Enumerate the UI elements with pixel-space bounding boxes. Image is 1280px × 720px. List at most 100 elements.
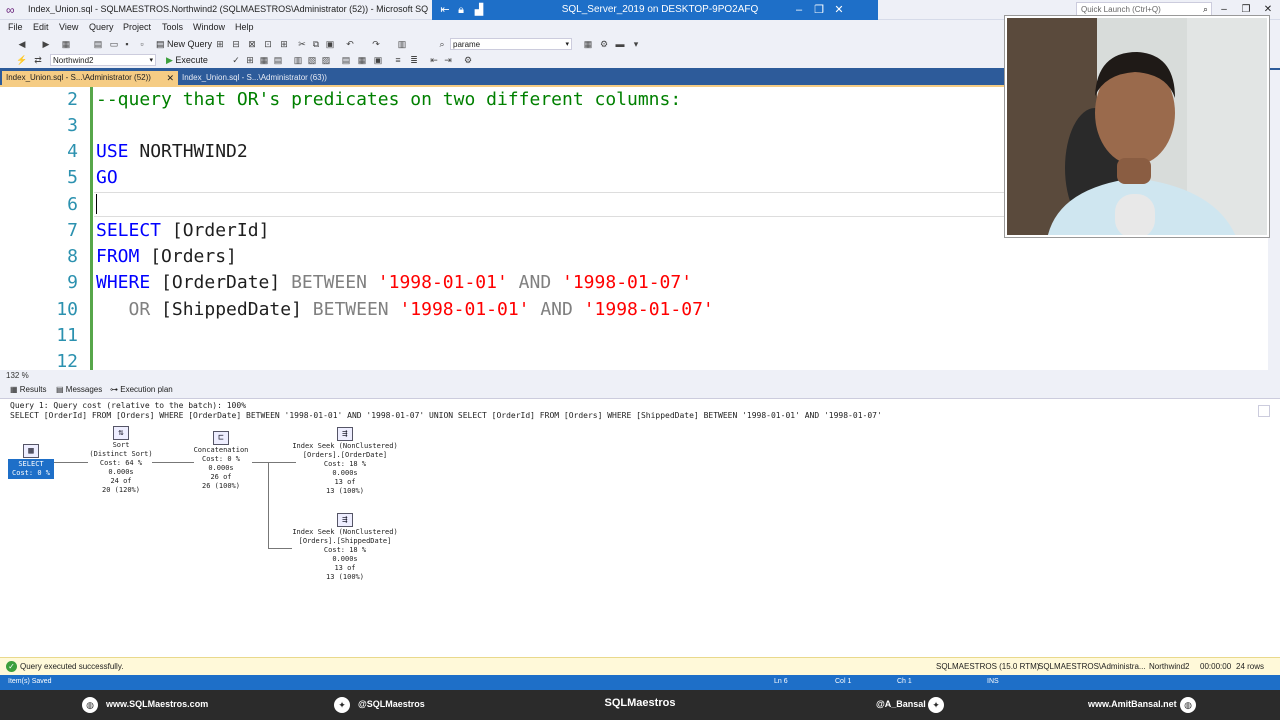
menu-help[interactable]: Help bbox=[235, 22, 254, 32]
indent-icon[interactable]: ⇥ bbox=[442, 54, 454, 66]
index-seek-icon: ⇶ bbox=[337, 427, 353, 441]
operator: BETWEEN bbox=[312, 299, 389, 320]
status-elapsed: 00:00:00 bbox=[1200, 662, 1232, 671]
uncomment-icon[interactable]: ≣ bbox=[408, 54, 420, 66]
new-query-button[interactable]: ▤ New Query bbox=[156, 37, 212, 51]
paste-icon[interactable]: ▣ bbox=[324, 38, 336, 50]
zoom-level[interactable]: 132 % bbox=[6, 371, 29, 380]
plan-node-select[interactable]: ▦ SELECT Cost: 0 % bbox=[8, 444, 54, 479]
plan-node-index-seek-shippeddate[interactable]: ⇶ Index Seek (NonClustered) [Orders].[Sh… bbox=[288, 513, 402, 582]
plan-node-index-seek-orderdate[interactable]: ⇶ Index Seek (NonClustered) [Orders].[Or… bbox=[288, 427, 402, 496]
code-line: FROM [Orders] bbox=[96, 244, 237, 270]
success-check-icon: ✓ bbox=[6, 661, 17, 672]
editor-scrollbar[interactable] bbox=[1268, 70, 1280, 370]
find-icon[interactable]: ⌕ bbox=[436, 38, 448, 50]
restore-remote-icon[interactable]: ❐ bbox=[812, 3, 826, 17]
toolbox-icon[interactable]: ▬ bbox=[614, 38, 626, 50]
node-cost: Cost: 18 % bbox=[323, 546, 367, 554]
execute-button[interactable]: ▶ Execute bbox=[166, 53, 208, 67]
save-icon[interactable]: ▪ bbox=[121, 38, 133, 50]
menu-edit[interactable]: Edit bbox=[33, 22, 49, 32]
node-object: [Orders].[ShippedDate] bbox=[298, 537, 392, 545]
change-connection-icon[interactable]: ⇄ bbox=[32, 54, 44, 66]
tab-messages[interactable]: ▤ Messages bbox=[56, 385, 102, 394]
menu-tools[interactable]: Tools bbox=[162, 22, 183, 32]
outdent-icon[interactable]: ⇤ bbox=[428, 54, 440, 66]
xmla-query-icon[interactable]: ⊠ bbox=[246, 38, 258, 50]
close-remote-icon[interactable]: ✕ bbox=[832, 3, 846, 17]
find-combo[interactable]: parame ▾ bbox=[450, 38, 572, 50]
menu-window[interactable]: Window bbox=[193, 22, 225, 32]
pin-icon[interactable]: ⇤ bbox=[438, 3, 452, 17]
results-text-icon[interactable]: ▤ bbox=[340, 54, 352, 66]
node-label: Sort bbox=[112, 441, 130, 449]
tab-execution-plan[interactable]: ⊶ Execution plan bbox=[110, 385, 173, 394]
forward-icon[interactable]: ▶ bbox=[40, 38, 52, 50]
plan-arrow bbox=[268, 462, 269, 548]
tab-results[interactable]: ▦ Results bbox=[10, 385, 46, 394]
activity-monitor-icon[interactable]: ▥ bbox=[396, 38, 408, 50]
new-query-label: New Query bbox=[167, 39, 213, 49]
plan-zoom-icon[interactable] bbox=[1258, 405, 1270, 417]
identifier: NORTHWIND2 bbox=[128, 141, 248, 162]
solution-explorer-icon[interactable]: ▦ bbox=[582, 38, 594, 50]
tab-close-icon[interactable]: ✕ bbox=[166, 71, 174, 85]
results-file-icon[interactable]: ▣ bbox=[372, 54, 384, 66]
plan-node-concatenation[interactable]: ⊏ Concatenation Cost: 0 % 0.000s 26 of 2… bbox=[188, 431, 254, 491]
menu-file[interactable]: File bbox=[8, 22, 23, 32]
new-project-icon[interactable]: ▦ bbox=[60, 38, 72, 50]
string-literal: '1998-01-01' bbox=[388, 299, 541, 320]
node-time: 0.000s bbox=[332, 555, 358, 563]
tab-messages-label: Messages bbox=[65, 385, 103, 394]
actual-plan-icon[interactable]: ▥ bbox=[292, 54, 304, 66]
live-stats-icon[interactable]: ▧ bbox=[306, 54, 318, 66]
estimated-plan-icon[interactable]: ⊞ bbox=[244, 54, 256, 66]
tab-label: Index_Union.sql - S...\Administrator (63… bbox=[182, 73, 327, 82]
string-literal: '1998-01-07' bbox=[572, 299, 714, 320]
quick-launch-input[interactable]: Quick Launch (Ctrl+Q) ⌕ bbox=[1076, 2, 1212, 17]
status-database: Northwind2 bbox=[1149, 662, 1190, 671]
minimize-remote-icon[interactable]: – bbox=[792, 3, 806, 17]
cut-icon[interactable]: ✂ bbox=[296, 38, 308, 50]
intellisense-icon[interactable]: ▤ bbox=[272, 54, 284, 66]
plan-node-sort[interactable]: ⇅ Sort (Distinct Sort) Cost: 64 % 0.000s… bbox=[86, 426, 156, 495]
line-number: 4 bbox=[67, 141, 78, 162]
results-grid-icon[interactable]: ▦ bbox=[356, 54, 368, 66]
chevron-down-icon: ▾ bbox=[565, 41, 569, 48]
customize-icon[interactable]: ▾ bbox=[630, 38, 642, 50]
node-cost: Cost: 64 % bbox=[99, 459, 143, 467]
analysis-query-icon[interactable]: ⊞ bbox=[278, 38, 290, 50]
parse-checkmark-icon[interactable]: ✓ bbox=[230, 54, 242, 66]
menu-view[interactable]: View bbox=[59, 22, 78, 32]
save-all-icon[interactable]: ▫ bbox=[136, 38, 148, 50]
node-rows-estimate: 26 (100%) bbox=[202, 482, 240, 490]
tab-index-union-63[interactable]: Index_Union.sql - S...\Administrator (63… bbox=[178, 71, 338, 85]
menu-project[interactable]: Project bbox=[123, 22, 151, 32]
identifier: [OrderDate] bbox=[150, 272, 292, 293]
open-file-icon[interactable]: ▤ bbox=[92, 38, 104, 50]
menu-query[interactable]: Query bbox=[89, 22, 114, 32]
operator: BETWEEN bbox=[291, 272, 367, 293]
footer-twitter-abansal: @A_Bansal bbox=[876, 699, 926, 709]
tab-index-union-52[interactable]: Index_Union.sql - S...\Administrator (52… bbox=[2, 71, 178, 85]
comment-icon[interactable]: ≡ bbox=[392, 54, 404, 66]
char-indicator: Ch 1 bbox=[897, 678, 912, 685]
line-number: 9 bbox=[67, 272, 78, 293]
line-number: 11 bbox=[56, 325, 78, 346]
client-stats-icon[interactable]: ▨ bbox=[320, 54, 332, 66]
connect-icon[interactable]: ⚡ bbox=[16, 54, 28, 66]
dax-query-icon[interactable]: ⊡ bbox=[262, 38, 274, 50]
mdx-query-icon[interactable]: ⊞ bbox=[214, 38, 226, 50]
specify-values-icon[interactable]: ⚙ bbox=[462, 54, 474, 66]
database-selector[interactable]: Northwind2 ▾ bbox=[50, 54, 156, 66]
redo-icon[interactable]: ↷ bbox=[370, 38, 382, 50]
back-icon[interactable]: ◀ bbox=[16, 38, 28, 50]
open-folder-icon[interactable]: ▭ bbox=[108, 38, 120, 50]
properties-icon[interactable]: ⚙ bbox=[598, 38, 610, 50]
remote-session-bar[interactable]: ⇤ 🔒︎ ▟ SQL_Server_2019 on DESKTOP-9PO2AF… bbox=[432, 0, 878, 20]
code-line: SELECT [OrderId] bbox=[96, 218, 269, 244]
undo-icon[interactable]: ↶ bbox=[344, 38, 356, 50]
query-options-icon[interactable]: ▦ bbox=[258, 54, 270, 66]
dmx-query-icon[interactable]: ⊟ bbox=[230, 38, 242, 50]
copy-icon[interactable]: ⧉ bbox=[310, 38, 322, 50]
